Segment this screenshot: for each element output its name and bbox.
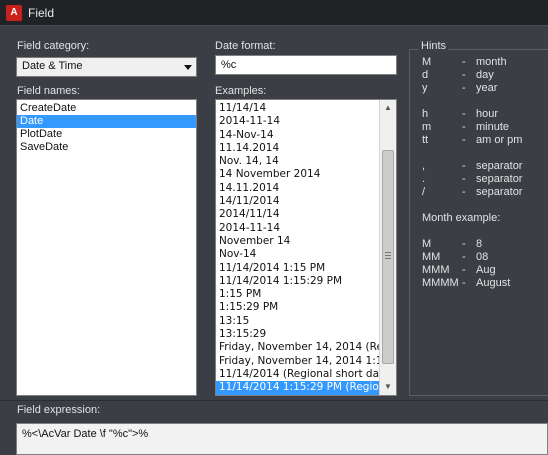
example-list-item[interactable]: 11/14/2014 1:15:29 PM xyxy=(216,275,379,288)
hint-dash: - xyxy=(462,121,466,133)
example-list-item[interactable]: 14 November 2014 xyxy=(216,168,379,181)
hint-dash: - xyxy=(462,108,466,120)
hint-dash: - xyxy=(462,251,466,263)
example-list-item[interactable]: Friday, November 14, 2014 1:15 xyxy=(216,355,379,368)
hint-code: . xyxy=(422,173,426,185)
example-list-item[interactable]: 14-Nov-14 xyxy=(216,129,379,142)
hint-code: M xyxy=(422,238,432,250)
autocad-app-icon: A xyxy=(6,5,22,21)
example-list-item[interactable]: Nov. 14, 14 xyxy=(216,155,379,168)
hint-dash: - xyxy=(462,56,466,68)
field-names-label: Field names: xyxy=(17,85,80,97)
hint-dash: - xyxy=(462,264,466,276)
example-list-item[interactable]: 14/11/2014 xyxy=(216,195,379,208)
scroll-thumb[interactable] xyxy=(382,150,394,364)
examples-scrollbar[interactable]: ▲ ▼ xyxy=(379,100,396,395)
window-title: Field xyxy=(28,6,55,20)
chevron-down-icon xyxy=(184,65,192,70)
hints-title: Hints xyxy=(419,40,449,52)
example-list-item[interactable]: 2014/11/14 xyxy=(216,208,379,221)
hint-dash: - xyxy=(462,186,466,198)
title-bar[interactable]: A Field xyxy=(0,0,548,26)
field-dialog: A Field Field category: Date & Time Fiel… xyxy=(0,0,548,455)
field-category-label: Field category: xyxy=(17,40,90,52)
separator-line xyxy=(0,400,548,401)
field-name-item[interactable]: SaveDate xyxy=(17,141,196,154)
thumb-grip-line xyxy=(385,258,391,259)
hint-dash: - xyxy=(462,134,466,146)
example-list-item[interactable]: 11/14/2014 (Regional short date xyxy=(216,368,379,381)
example-list-item[interactable]: 11.14.2014 xyxy=(216,142,379,155)
hint-dash: - xyxy=(462,238,466,250)
example-list-item[interactable]: 14.11.2014 xyxy=(216,182,379,195)
example-list-item[interactable]: 11/14/2014 1:15:29 PM (Regiona xyxy=(216,381,379,395)
hint-meaning: separator xyxy=(476,173,523,185)
hint-code: d xyxy=(422,69,429,81)
hint-code: M xyxy=(422,56,432,68)
field-expression-value: %<\AcVar Date \f "%c">% xyxy=(22,428,149,440)
date-format-label: Date format: xyxy=(215,40,276,52)
hint-meaning: year xyxy=(476,82,498,94)
hint-meaning: separator xyxy=(476,186,523,198)
hint-code: MMM xyxy=(422,264,450,276)
field-category-value: Date & Time xyxy=(22,60,83,72)
month-example-title: Month example: xyxy=(422,212,501,224)
hint-code: MMMM xyxy=(422,277,459,289)
hint-code: MM xyxy=(422,251,441,263)
hint-meaning: Aug xyxy=(476,264,496,276)
field-names-list[interactable]: CreateDate Date PlotDate SaveDate xyxy=(16,99,197,396)
hint-code: tt xyxy=(422,134,429,146)
hint-meaning: 08 xyxy=(476,251,489,263)
hint-meaning: day xyxy=(476,69,494,81)
example-list-item[interactable]: Friday, November 14, 2014 (Reg xyxy=(216,341,379,354)
hint-meaning: minute xyxy=(476,121,510,133)
example-list-item[interactable]: 1:15:29 PM xyxy=(216,301,379,314)
example-list-item[interactable]: Nov-14 xyxy=(216,248,379,261)
field-name-item[interactable]: Date xyxy=(17,115,196,128)
examples-list[interactable]: 11/14/14 2014-11-14 14-Nov-14 11.14.2014 Nov… xyxy=(215,99,397,396)
hint-code: h xyxy=(422,108,429,120)
hint-meaning: month xyxy=(476,56,507,68)
example-list-item[interactable]: 2014-11-14 xyxy=(216,115,379,128)
hint-meaning: August xyxy=(476,277,511,289)
hint-dash: - xyxy=(462,173,466,185)
hint-dash: - xyxy=(462,277,466,289)
date-format-input[interactable]: %c xyxy=(215,55,397,75)
field-name-item[interactable]: CreateDate xyxy=(17,102,196,115)
scroll-up-arrow-icon[interactable]: ▲ xyxy=(380,100,396,116)
examples-rows: 11/14/14 2014-11-14 14-Nov-14 11.14.2014 Nov… xyxy=(216,102,379,395)
hint-meaning: hour xyxy=(476,108,499,120)
example-list-item[interactable]: 1:15 PM xyxy=(216,288,379,301)
example-list-item[interactable]: 13:15:29 xyxy=(216,328,379,341)
hint-code: m xyxy=(422,121,432,133)
example-list-item[interactable]: 11/14/2014 1:15 PM xyxy=(216,262,379,275)
examples-label: Examples: xyxy=(215,85,267,97)
hint-code: / xyxy=(422,186,426,198)
field-expression-box[interactable]: %<\AcVar Date \f "%c">% xyxy=(16,423,548,455)
thumb-grip-line xyxy=(385,252,391,253)
hint-code: y xyxy=(422,82,428,94)
hint-dash: - xyxy=(462,69,466,81)
example-list-item[interactable]: 2014-11-14 xyxy=(216,222,379,235)
example-list-item[interactable]: 11/14/14 xyxy=(216,102,379,115)
hint-meaning: am or pm xyxy=(476,134,523,146)
thumb-grip-line xyxy=(385,255,391,256)
example-list-item[interactable]: 13:15 xyxy=(216,315,379,328)
hint-dash: - xyxy=(462,82,466,94)
hint-meaning: 8 xyxy=(476,238,483,250)
date-format-value: %c xyxy=(221,59,237,71)
field-name-item[interactable]: PlotDate xyxy=(17,128,196,141)
field-category-dropdown[interactable]: Date & Time xyxy=(16,57,197,77)
field-expression-label: Field expression: xyxy=(17,404,101,416)
hint-meaning: separator xyxy=(476,160,523,172)
hint-dash: - xyxy=(462,160,466,172)
scroll-down-arrow-icon[interactable]: ▼ xyxy=(380,379,396,395)
example-list-item[interactable]: November 14 xyxy=(216,235,379,248)
hint-code: , xyxy=(422,160,426,172)
